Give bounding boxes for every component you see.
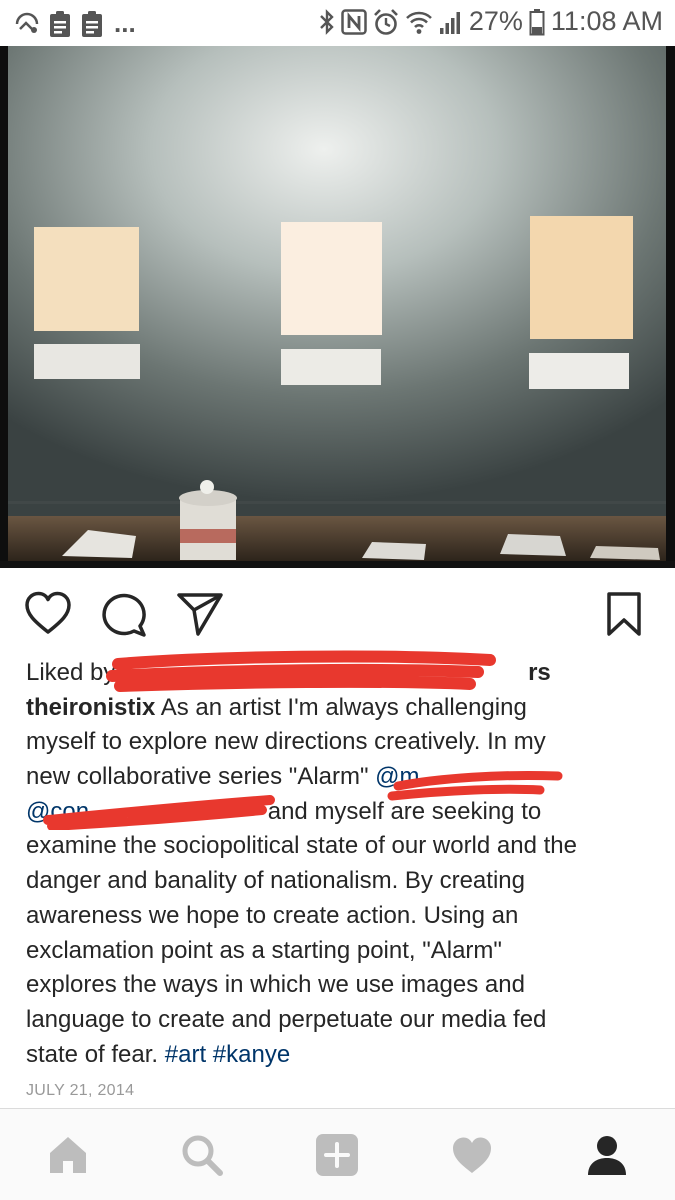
mention-link[interactable]: @con (26, 798, 89, 825)
caption-line-7: awareness we hope to create action. Usin… (26, 901, 519, 929)
caption-line-10: language to create and perpetuate our me… (26, 1005, 547, 1033)
panel-center-bottom (281, 349, 381, 385)
wifi-icon (405, 11, 432, 34)
likes-prefix: Liked by (26, 659, 123, 686)
tray-3 (500, 534, 566, 556)
likes-suffix: rs (528, 659, 551, 686)
username[interactable]: theironistix (26, 694, 155, 721)
home-icon[interactable] (46, 1133, 90, 1177)
alarm-icon (373, 8, 398, 35)
caption-line-5: examine the sociopolitical state of our … (26, 832, 577, 860)
activity-heart-icon[interactable] (450, 1133, 494, 1177)
post-caption-block: Liked by rs theironistix As an artist I'… (26, 656, 656, 1072)
hashtag-link[interactable]: #art (165, 1041, 206, 1068)
caption-text: and myself are seeking to (261, 797, 542, 825)
caption-line-4: @con and myself are seeking to (26, 795, 656, 830)
nfc-icon (341, 8, 367, 35)
bluetooth-icon (320, 8, 334, 35)
mention-link[interactable]: @m (369, 763, 419, 790)
status-bar: ... 27% 11:08 AM (0, 0, 675, 46)
panel-center-top (281, 222, 382, 335)
panel-left-top (34, 227, 139, 331)
battery-percent: 27% (468, 6, 523, 36)
search-icon[interactable] (180, 1133, 224, 1177)
post-image[interactable] (0, 46, 675, 568)
cast-icon (15, 12, 39, 33)
post-actions (0, 568, 675, 658)
caption-line-8: exclamation point as a starting point, "… (26, 936, 502, 964)
hashtag-link[interactable]: #kanye (213, 1041, 290, 1068)
send-icon[interactable] (176, 590, 224, 638)
caption-text: state of fear. (26, 1040, 165, 1068)
tray-4 (590, 546, 660, 560)
bookmark-icon[interactable] (604, 590, 644, 638)
caption-text: As an artist I'm always challenging (155, 693, 527, 721)
clipboard-icon (82, 10, 102, 37)
bottom-nav (0, 1109, 675, 1200)
battery-icon (529, 8, 545, 35)
caption-line-11: state of fear. #art #kanye (26, 1038, 656, 1073)
profile-icon[interactable] (585, 1133, 629, 1177)
caption-line-2: myself to explore new directions creativ… (26, 728, 546, 756)
caption-line-9: explores the ways in which we use images… (26, 971, 525, 999)
caption-text: new collaborative series "Alarm" (26, 763, 369, 791)
clipboard-icon (50, 10, 70, 37)
tray-2 (362, 542, 426, 560)
panel-right-top (530, 216, 633, 339)
caption-line-3: new collaborative series "Alarm" @m (26, 760, 656, 795)
clock: 11:08 AM (550, 6, 663, 36)
overflow-indicator: ... (114, 8, 136, 38)
panel-right-bottom (529, 353, 629, 389)
post-date: JULY 21, 2014 (26, 1082, 135, 1099)
panel-left-bottom (34, 344, 140, 379)
signal-icon (439, 11, 460, 34)
status-right-icons: 27% 11:08 AM (319, 6, 663, 37)
heart-icon[interactable] (24, 590, 72, 638)
likes-line[interactable]: Liked by rs (26, 656, 656, 691)
add-post-icon[interactable] (315, 1133, 359, 1177)
caption-line-1: theironistix As an artist I'm always cha… (26, 691, 656, 726)
comment-icon[interactable] (100, 590, 148, 638)
gallery-wall-photo (0, 46, 675, 568)
caption-line-6: danger and banality of nationalism. By c… (26, 867, 525, 895)
status-left-icons: ... (14, 8, 136, 39)
